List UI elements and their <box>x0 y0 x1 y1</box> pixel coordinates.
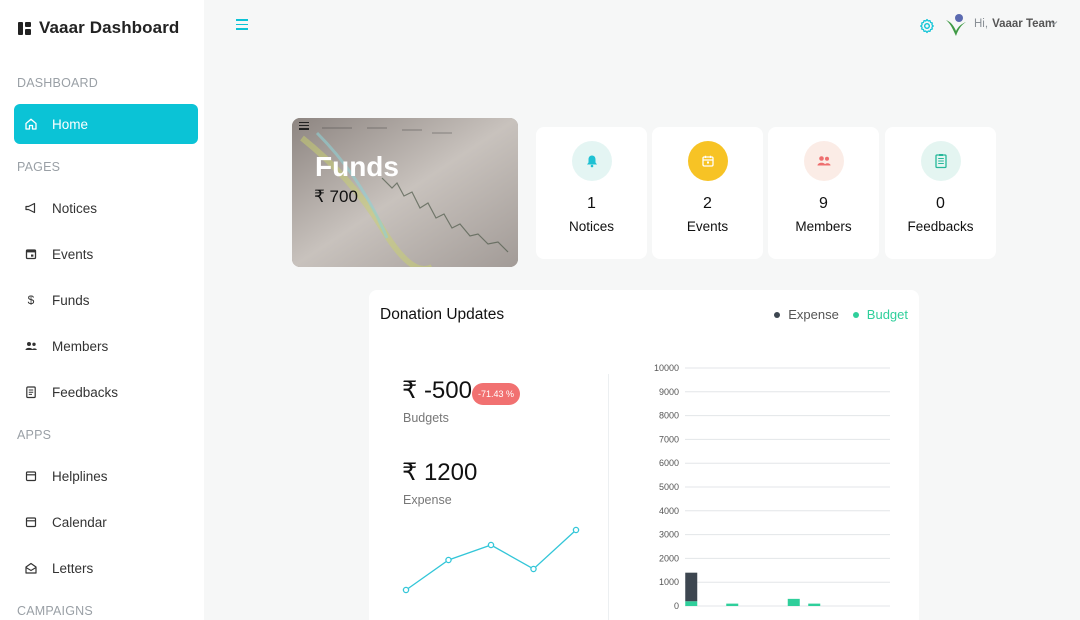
sidebar-item-label: Helplines <box>52 468 108 484</box>
bell-icon <box>571 141 612 181</box>
funds-menu-icon <box>299 122 309 132</box>
sparkline-point[interactable] <box>530 565 537 573</box>
user-name: Vaaar Team <box>992 18 1056 30</box>
y-tick-label: 10000 <box>654 363 679 373</box>
expense-sparkline <box>402 526 580 594</box>
chevron-down-icon[interactable] <box>1050 20 1058 26</box>
calendar-icon <box>24 515 38 529</box>
stat-label: Notices <box>568 219 614 234</box>
stat-label: Feedbacks <box>907 219 974 234</box>
sidebar-item-label: Funds <box>52 292 90 308</box>
sparkline-path <box>405 529 577 591</box>
sidebar-item-label: Feedbacks <box>52 384 119 400</box>
calendar-event-icon <box>24 247 38 261</box>
y-tick-label: 6000 <box>659 458 679 468</box>
people-icon <box>24 339 38 353</box>
expense-label: Expense <box>403 493 452 507</box>
y-tick-label: 1000 <box>659 577 679 587</box>
chart-legend: Expense Budget <box>774 307 908 322</box>
budget-value: ₹ -500 <box>402 377 472 404</box>
sidebar-item-events[interactable]: Events <box>14 234 198 274</box>
y-tick-label: 9000 <box>659 387 679 397</box>
bar-expense[interactable] <box>685 572 698 602</box>
section-label-pages: PAGES <box>17 160 61 174</box>
donation-title: Donation Updates <box>380 306 505 323</box>
sidebar-item-label: Events <box>52 246 94 262</box>
stat-label: Members <box>795 219 852 234</box>
sidebar-item-members[interactable]: Members <box>14 326 198 366</box>
sparkline-point[interactable] <box>402 586 410 594</box>
sparkline-point[interactable] <box>487 541 495 549</box>
envelope-open-icon <box>24 561 38 575</box>
section-label-dashboard: DASHBOARD <box>17 76 98 90</box>
sidebar-item-feedbacks[interactable]: Feedbacks <box>14 372 198 412</box>
sidebar: Vaaar Dashboard DASHBOARD Home PAGES Not… <box>0 0 204 620</box>
sidebar-item-calendar[interactable]: Calendar <box>14 502 198 542</box>
y-tick-label: 8000 <box>659 411 679 421</box>
budget-change-badge: -71.43 % <box>472 383 521 405</box>
legend-budget[interactable]: Budget <box>852 307 908 322</box>
sidebar-item-letters[interactable]: Letters <box>14 548 198 588</box>
megaphone-icon <box>24 201 38 215</box>
y-tick-label: 4000 <box>659 506 679 516</box>
dollar-icon: $ <box>27 293 35 307</box>
sidebar-item-notices[interactable]: Notices <box>14 188 198 228</box>
home-icon <box>24 117 38 131</box>
sidebar-item-label: Letters <box>52 560 94 576</box>
y-tick-label: 5000 <box>659 482 679 492</box>
stat-count: 0 <box>936 195 945 212</box>
y-tick-label: 3000 <box>659 530 679 540</box>
clipboard-icon <box>920 141 961 181</box>
stat-card-events[interactable]: 2 Events <box>652 127 763 259</box>
calendar-icon <box>687 141 728 181</box>
user-avatar[interactable] <box>944 12 968 38</box>
sidebar-item-home[interactable]: Home <box>14 104 198 144</box>
stat-card-notices[interactable]: 1 Notices <box>536 127 647 259</box>
bar-budget[interactable] <box>685 601 698 606</box>
sidebar-item-funds[interactable]: $ Funds <box>14 280 198 320</box>
sidebar-item-label: Notices <box>52 200 98 216</box>
funds-value: ₹ 700 <box>314 187 358 206</box>
user-greeting[interactable]: Hi, Vaaar Team <box>974 18 1055 30</box>
settings-gear-icon[interactable] <box>919 18 935 34</box>
bar-budget[interactable] <box>726 603 739 606</box>
funds-title: Funds <box>315 151 399 182</box>
sidebar-item-label: Members <box>52 338 109 354</box>
sparkline-point[interactable] <box>572 526 580 534</box>
menu-toggle-icon[interactable] <box>236 19 248 33</box>
bar-budget[interactable] <box>787 598 800 606</box>
bar-budget[interactable] <box>808 603 821 606</box>
brand-name: Vaaar Dashboard <box>39 18 180 37</box>
stat-card-feedbacks[interactable]: 0 Feedbacks <box>885 127 996 259</box>
stat-label: Events <box>686 219 729 234</box>
legend-expense[interactable]: Expense <box>774 307 839 322</box>
y-tick-label: 2000 <box>659 553 679 563</box>
budget-label: Budgets <box>403 411 449 425</box>
donation-bar-chart: 0 1000 2000 3000 4000 5000 6000 7000 8000 9000 100… <box>654 363 890 611</box>
section-label-campaigns: CAMPAIGNS <box>17 604 93 618</box>
clipboard-icon <box>24 385 38 399</box>
stat-card-members[interactable]: 9 Members <box>768 127 879 259</box>
divider <box>608 374 609 620</box>
stat-count: 1 <box>587 195 596 212</box>
y-tick-label: 0 <box>674 601 679 611</box>
stat-count: 9 <box>819 195 828 212</box>
people-icon <box>803 141 844 181</box>
brand[interactable]: Vaaar Dashboard <box>18 18 179 38</box>
sidebar-item-label: Home <box>52 116 89 132</box>
funds-card[interactable]: Funds ₹ 700 <box>292 118 518 267</box>
section-label-apps: APPS <box>17 428 52 442</box>
expense-value: ₹ 1200 <box>402 459 478 486</box>
stat-count: 2 <box>703 195 712 212</box>
calendar-icon <box>24 469 38 483</box>
sidebar-item-label: Calendar <box>52 514 107 530</box>
sidebar-item-helplines[interactable]: Helplines <box>14 456 198 496</box>
greeting-text: Hi, <box>974 18 989 30</box>
sparkline-point[interactable] <box>445 556 452 564</box>
y-tick-label: 7000 <box>659 434 679 444</box>
dashboard-logo-icon <box>18 21 31 35</box>
donation-updates-card: Donation Updates Expense Budget ₹ -500 -… <box>369 290 919 620</box>
